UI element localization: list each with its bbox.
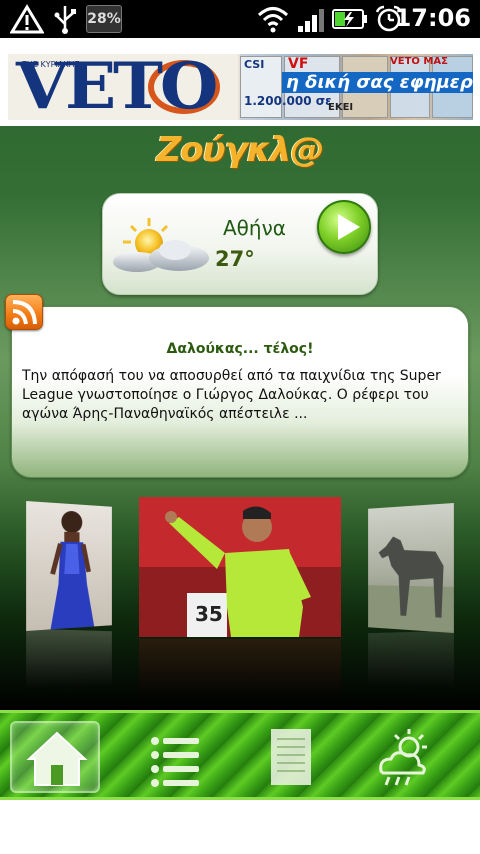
weather-icon (379, 729, 427, 786)
photo-carousel[interactable]: 35 (0, 492, 480, 702)
ad-magazine-collage: CSI 1.200.000 σε VF VETO ΜΑΣ η δική σας … (240, 54, 473, 120)
ad-brand-name: VETO (16, 54, 218, 120)
ad-snippet: 1.200.000 σε (244, 94, 332, 108)
news-title: Δαλούκας... τέλος! (166, 341, 314, 357)
weather-city: Αθήνα (223, 216, 286, 240)
rss-icon (5, 294, 43, 330)
ad-snippet: VETO ΜΑΣ (390, 56, 448, 67)
weather-widget[interactable]: Αθήνα 27° (102, 193, 378, 295)
home-icon (26, 731, 88, 786)
status-bar: 28% 17:06 (0, 0, 480, 38)
status-clock: 17:06 (394, 4, 471, 32)
partly-cloudy-icon (113, 218, 209, 272)
weather-temperature: 27° (215, 247, 255, 271)
play-button[interactable] (317, 200, 371, 254)
carousel-photo-dog[interactable] (368, 502, 454, 634)
rss-feed-symbol (12, 300, 37, 325)
ad-slogan: η δική σας εφημερίδα (282, 72, 473, 93)
dog-photo-image (368, 534, 454, 634)
bottom-tab-bar (0, 710, 480, 800)
tab-weather[interactable] (360, 721, 450, 793)
ad-brand-logo: ΤΗΣ ΚΥΡΙΑΚΗΣ VETO (8, 54, 238, 120)
ad-snippet: CSI (244, 58, 265, 71)
referee-photo-image: 35 (139, 497, 341, 637)
usb-icon (54, 6, 76, 34)
battery-percent-badge: 28% (86, 5, 122, 33)
carousel-reflection (26, 628, 112, 690)
ad-banner[interactable]: ΤΗΣ ΚΥΡΙΑΚΗΣ VETO CSI 1.200.000 σε VF VE… (8, 54, 473, 120)
tab-home[interactable] (10, 721, 100, 793)
carousel-photo-referee[interactable]: 35 (139, 497, 341, 637)
signal-icon (298, 9, 324, 32)
carousel-reflection (139, 639, 341, 699)
model-photo-image (26, 510, 112, 630)
news-card[interactable]: Δαλούκας... τέλος! Την απόφασή του να απ… (11, 306, 469, 478)
player-jersey-number: 35 (195, 602, 223, 626)
warning-icon (10, 4, 44, 34)
ad-snippet: VF (288, 56, 309, 72)
app-logo: Ζούγκλ@ (156, 130, 325, 170)
tab-articles[interactable] (244, 721, 334, 793)
ad-snippet: ΕΚΕΙ (328, 102, 354, 113)
news-summary: Την απόφασή του να αποσυρθεί από τα παιχ… (22, 368, 441, 422)
battery-charging-icon (332, 9, 367, 29)
carousel-photo-model[interactable] (26, 500, 112, 632)
list-icon (151, 737, 199, 787)
carousel-reflection (368, 630, 454, 690)
wifi-icon (257, 7, 289, 33)
document-icon (271, 729, 311, 785)
tab-news-list[interactable] (128, 721, 218, 793)
